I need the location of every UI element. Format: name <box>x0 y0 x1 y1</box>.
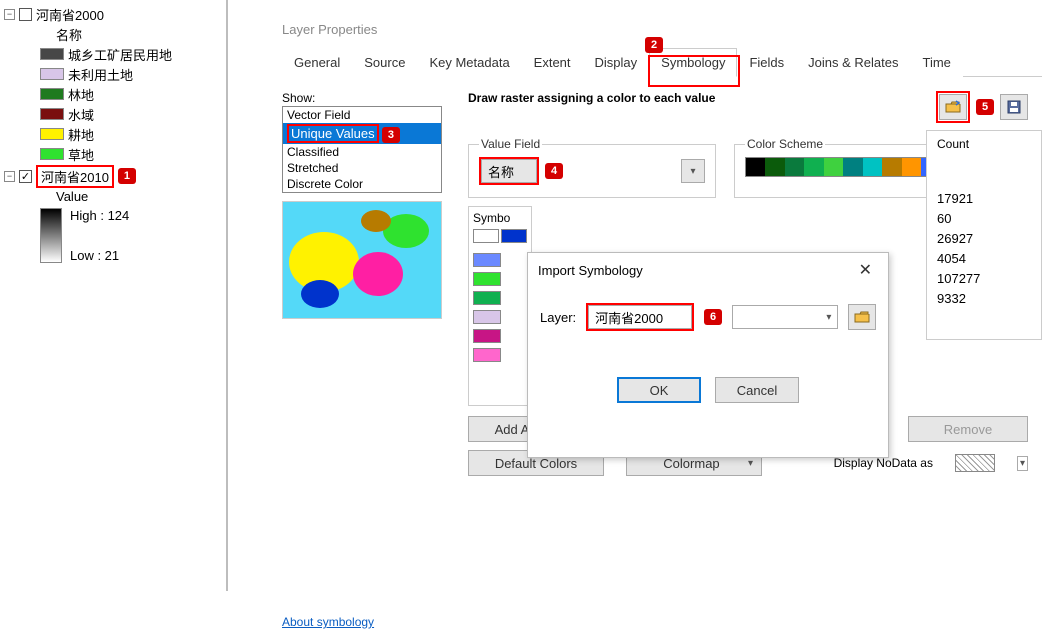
badge-3: 3 <box>382 127 400 143</box>
layer-dropdown-ext[interactable]: ▾ <box>732 305 839 329</box>
class-swatch <box>40 148 64 160</box>
layer-checkbox[interactable] <box>19 8 32 21</box>
layer-checkbox[interactable]: ✓ <box>19 170 32 183</box>
symbol-swatch[interactable] <box>473 348 501 362</box>
count-value: 9332 <box>937 291 1031 311</box>
value-field-dropdown[interactable]: 名称 <box>481 159 537 183</box>
class-label: 林地 <box>68 85 94 104</box>
tab-key-metadata[interactable]: Key Metadata <box>417 48 521 77</box>
dialog-title: Import Symbology <box>538 263 643 278</box>
class-swatch <box>40 68 64 80</box>
count-value: 60 <box>937 211 1031 231</box>
count-value: 107277 <box>937 271 1031 291</box>
tab-source[interactable]: Source <box>352 48 417 77</box>
color-scheme-legend: Color Scheme <box>745 137 825 151</box>
toc-class-item[interactable]: 未利用土地 <box>2 64 224 84</box>
toc-class-item[interactable]: 水域 <box>2 104 224 124</box>
value-field-legend: Value Field <box>479 137 542 151</box>
symbol-swatch[interactable] <box>501 229 527 243</box>
tab-joins-relates[interactable]: Joins & Relates <box>796 48 910 77</box>
toc-class-item[interactable]: 城乡工矿居民用地 <box>2 44 224 64</box>
class-swatch <box>40 108 64 120</box>
show-item[interactable]: Discrete Color <box>283 176 441 192</box>
class-label: 未利用土地 <box>68 65 133 84</box>
close-button[interactable]: ✕ <box>853 258 878 282</box>
toc-layer-2000[interactable]: − 河南省2000 <box>2 4 224 24</box>
toc-class-item[interactable]: 耕地 <box>2 124 224 144</box>
toc-layer-2010[interactable]: − ✓ 河南省2010 1 <box>2 166 224 186</box>
class-label: 水域 <box>68 105 94 124</box>
chevron-down-icon: ▾ <box>690 166 695 177</box>
folder-open-icon <box>854 310 870 324</box>
class-label: 城乡工矿居民用地 <box>68 45 172 64</box>
badge-5: 5 <box>976 99 994 115</box>
nodata-swatch[interactable] <box>955 454 995 472</box>
cancel-button[interactable]: Cancel <box>715 377 799 403</box>
badge-1: 1 <box>118 168 136 184</box>
tab-display[interactable]: Display <box>583 48 650 77</box>
symbol-swatch[interactable] <box>473 329 501 343</box>
symbol-swatch[interactable] <box>473 253 501 267</box>
toc-class-item[interactable]: 草地 <box>2 144 224 164</box>
show-list[interactable]: Vector FieldUnique Values 3ClassifiedStr… <box>282 106 442 193</box>
show-item[interactable]: Unique Values 3 <box>283 123 441 144</box>
toc-gradient: High : 124 Low : 21 <box>2 208 224 263</box>
chevron-down-icon[interactable]: ▾ <box>1017 456 1028 471</box>
badge-6: 6 <box>704 309 722 325</box>
symbol-header: Symbo <box>473 211 527 225</box>
browse-button[interactable] <box>848 304 876 330</box>
count-value: 4054 <box>937 251 1031 271</box>
save-icon <box>1007 100 1021 114</box>
nodata-label: Display NoData as <box>834 456 933 470</box>
about-symbology-link[interactable]: About symbology <box>282 615 374 629</box>
toc-value-label: Value <box>2 186 224 206</box>
count-header: Count <box>937 137 1031 151</box>
tab-fields[interactable]: Fields <box>737 48 796 77</box>
draw-heading: Draw raster assigning a color to each va… <box>468 91 715 105</box>
preview-thumbnail <box>282 201 442 319</box>
import-symbology-button[interactable] <box>939 94 967 120</box>
count-value: 26927 <box>937 231 1031 251</box>
folder-open-icon <box>945 100 961 114</box>
count-column: Count 17921602692740541072779332 <box>926 130 1042 340</box>
symbol-swatch[interactable] <box>473 291 501 305</box>
collapse-icon[interactable]: − <box>4 171 15 182</box>
layer-label: Layer: <box>540 310 576 325</box>
ok-button[interactable]: OK <box>617 377 701 403</box>
layer-name: 河南省2000 <box>36 5 104 24</box>
import-symbology-dialog: Import Symbology ✕ Layer: 河南省2000 6 ▾ OK… <box>527 252 889 458</box>
remove-button: Remove <box>908 416 1028 442</box>
class-swatch <box>40 48 64 60</box>
layer-name-hl: 河南省2010 <box>36 165 114 188</box>
class-label: 草地 <box>68 145 94 164</box>
toc-panel: − 河南省2000 名称 城乡工矿居民用地未利用土地林地水域耕地草地 − ✓ 河… <box>0 0 228 591</box>
show-item[interactable]: Stretched <box>283 160 441 176</box>
tab-time[interactable]: Time <box>910 48 962 77</box>
gradient-swatch <box>40 208 62 263</box>
symbol-swatch[interactable] <box>473 310 501 324</box>
panel-title: Layer Properties <box>282 22 1042 37</box>
save-symbology-button[interactable] <box>1000 94 1028 120</box>
badge-2: 2 <box>645 37 663 53</box>
show-item[interactable]: Classified <box>283 144 441 160</box>
symbol-swatch[interactable] <box>473 229 499 243</box>
class-swatch <box>40 128 64 140</box>
toc-class-item[interactable]: 林地 <box>2 84 224 104</box>
badge-4: 4 <box>545 163 563 179</box>
tab-extent[interactable]: Extent <box>522 48 583 77</box>
symbol-column: Symbo <box>468 206 532 406</box>
tab-symbology[interactable]: Symbology <box>649 48 737 77</box>
tab-general[interactable]: General <box>282 48 352 77</box>
symbol-swatch[interactable] <box>473 272 501 286</box>
count-value: 17921 <box>937 191 1031 211</box>
class-label: 耕地 <box>68 125 94 144</box>
collapse-icon[interactable]: − <box>4 9 15 20</box>
layer-dropdown[interactable]: 河南省2000 <box>588 305 692 329</box>
toc-field-name: 名称 <box>2 24 224 44</box>
show-item[interactable]: Vector Field <box>283 107 441 123</box>
value-field-chevron[interactable]: ▾ <box>681 159 705 183</box>
class-swatch <box>40 88 64 100</box>
